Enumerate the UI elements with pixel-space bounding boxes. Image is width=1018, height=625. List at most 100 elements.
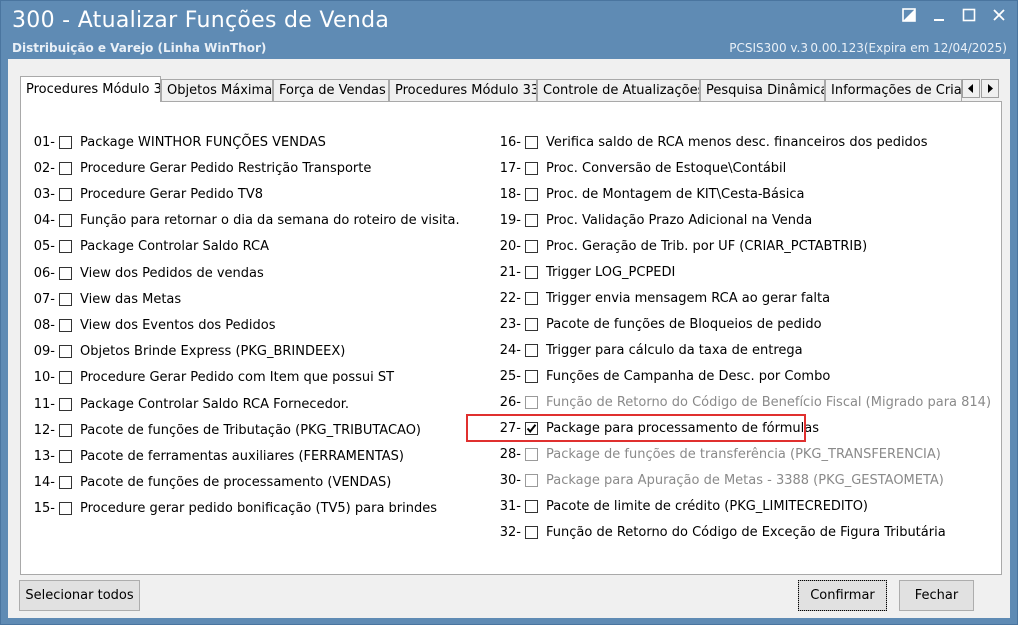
option-item[interactable]: 24- Trigger para cálculo da taxa de entre… [485,340,803,360]
option-label: Proc. Validação Prazo Adicional na Venda [546,212,813,228]
option-item[interactable]: 08- View dos Eventos dos Pedidos [19,315,276,335]
option-item[interactable]: 10- Procedure Gerar Pedido com Item que p… [19,368,394,388]
option-label: View dos Eventos dos Pedidos [80,317,276,333]
option-label: Package para Apuração de Metas - 3388 (P… [546,472,944,488]
option-item[interactable]: 25- Funções de Campanha de Desc. por Comb… [485,366,831,386]
option-checkbox[interactable] [59,240,72,254]
option-checkbox[interactable] [59,423,72,437]
option-item[interactable]: 19- Proc. Validação Prazo Adicional na Ve… [485,210,812,230]
option-checkbox[interactable] [525,499,538,513]
option-item[interactable]: 01- Package WINTHOR FUNÇÕES VENDAS [19,132,326,152]
option-label: Pacote de limite de crédito (PKG_LIMITEC… [546,498,868,514]
option-number: 09- [33,344,55,360]
option-checkbox[interactable] [59,476,72,490]
option-label: Função para retornar o dia da semana do … [80,213,460,229]
option-label: Funções de Campanha de Desc. por Combo [546,368,831,384]
option-checkbox[interactable] [525,213,538,227]
close-button[interactable]: Fechar [899,580,974,611]
option-label: Package de funções de transferência (PKG… [546,446,941,462]
option-checkbox[interactable] [525,161,538,175]
option-item[interactable]: 09- Objetos Brinde Express (PKG_BRINDEEX) [19,342,346,362]
option-label: Pacote de funções de Tributação (PKG_TRI… [80,422,422,438]
client-area: Procedures Módulo 3 Objetos Máxima Força… [8,59,1010,618]
option-checkbox[interactable] [525,187,538,201]
option-checkbox[interactable] [59,292,72,306]
option-number: 18- [499,186,521,202]
option-item[interactable]: 12- Pacote de funções de Tributação (PKG_… [19,420,421,440]
restore-icon[interactable] [901,7,917,23]
tab-informacoes-de-criacao[interactable]: Informações de Criaç [825,79,962,101]
option-checkbox[interactable] [525,343,538,357]
option-number: 32- [499,524,521,540]
option-number: 21- [499,264,521,280]
option-item[interactable]: 16- Verifica saldo de RCA menos desc. fin… [485,132,928,152]
option-label: Procedure Gerar Pedido Restrição Transpo… [80,160,372,176]
option-number: 26- [499,394,521,410]
option-checkbox [525,447,538,461]
option-label: Função de Retorno do Código de Benefício… [546,394,992,410]
option-item: 26- Função de Retorno do Código de Benefí… [485,392,991,412]
option-item[interactable]: 07- View das Metas [19,289,181,309]
minimize-icon[interactable] [931,7,947,23]
title-bar[interactable]: 300 - Atualizar Funções de Venda Distrib… [1,1,1017,59]
option-item[interactable]: 06- View dos Pedidos de vendas [19,263,264,283]
option-checkbox[interactable] [59,266,72,280]
option-number: 14- [33,475,55,491]
option-item[interactable]: 23- Pacote de funções de Bloqueios de ped… [485,314,822,334]
option-label: Proc. de Montagem de KIT\Cesta-Básica [546,186,805,202]
tab-scroll-left-button[interactable] [962,79,980,98]
option-checkbox[interactable] [525,135,538,149]
arrow-left-icon [968,84,973,93]
select-all-button[interactable]: Selecionar todos [19,580,140,611]
option-item[interactable]: 31- Pacote de limite de crédito (PKG_LIMI… [485,496,868,516]
option-checkbox[interactable] [59,345,72,359]
tab-forca-de-vendas[interactable]: Força de Vendas [273,79,389,101]
option-item[interactable]: 22- Trigger envia mensagem RCA ao gerar f… [485,288,830,308]
option-item[interactable]: 17- Proc. Conversão de Estoque\Contábil [485,158,787,178]
option-item[interactable]: 11- Package Controlar Saldo RCA Fornecedo… [19,394,349,414]
option-checkbox[interactable] [59,214,72,228]
option-checkbox[interactable] [525,317,538,331]
option-checkbox[interactable] [59,371,72,385]
option-checkbox[interactable] [59,502,72,516]
option-label: Procedure gerar pedido bonificação (TV5)… [80,501,438,517]
option-checkbox[interactable] [59,187,72,201]
option-item[interactable]: 18- Proc. de Montagem de KIT\Cesta-Básica [485,184,805,204]
option-label: Package Controlar Saldo RCA Fornecedor. [80,396,350,412]
option-item[interactable]: 05- Package Controlar Saldo RCA [19,237,269,257]
option-item[interactable]: 02- Procedure Gerar Pedido Restrição Tran… [19,158,372,178]
maximize-icon[interactable] [961,7,977,23]
option-label: Pacote de funções de Bloqueios de pedido [546,316,822,332]
option-checkbox[interactable] [525,369,538,383]
option-item[interactable]: 13- Pacote de ferramentas auxiliares (FER… [19,446,404,466]
option-label: Verifica saldo de RCA menos desc. financ… [546,134,928,150]
close-icon[interactable] [991,7,1007,23]
tab-scroll-right-button[interactable] [981,79,999,98]
option-checkbox[interactable] [525,239,538,253]
option-number: 17- [499,160,521,176]
option-checkbox[interactable] [59,135,72,149]
option-item[interactable]: 32- Função de Retorno do Código de Exceçã… [485,522,946,542]
tab-pesquisa-dinamica[interactable]: Pesquisa Dinâmica [700,79,825,101]
option-item[interactable]: 21- Trigger LOG_PCPEDI [485,262,676,282]
option-checkbox[interactable] [59,449,72,463]
option-item[interactable]: 03- Procedure Gerar Pedido TV8 [19,184,263,204]
confirm-button[interactable]: Confirmar [798,580,887,611]
option-item[interactable]: 20- Proc. Geração de Trib. por UF (CRIAR_… [485,236,867,256]
tab-procedures-modulo-33[interactable]: Procedures Módulo 33 [389,79,537,101]
option-checkbox[interactable] [59,318,72,332]
tab-controle-de-atualizacoes[interactable]: Controle de Atualizações [537,79,700,101]
option-checkbox[interactable] [525,291,538,305]
option-item[interactable]: 14- Pacote de funções de processamento (V… [19,473,392,493]
option-checkbox[interactable] [525,265,538,279]
option-checkbox[interactable] [525,525,538,539]
option-label: View dos Pedidos de vendas [80,265,264,281]
tab-procedures-modulo-3[interactable]: Procedures Módulo 3 [20,76,161,102]
option-checkbox[interactable] [59,161,72,175]
option-checkbox[interactable] [59,397,72,411]
tab-objetos-maxima[interactable]: Objetos Máxima [161,79,273,101]
option-item[interactable]: 04- Função para retornar o dia da semana … [19,211,460,231]
option-number: 22- [499,290,521,306]
option-item: 28- Package de funções de transferência (… [485,444,941,464]
option-item[interactable]: 15- Procedure gerar pedido bonificação (T… [19,499,437,519]
